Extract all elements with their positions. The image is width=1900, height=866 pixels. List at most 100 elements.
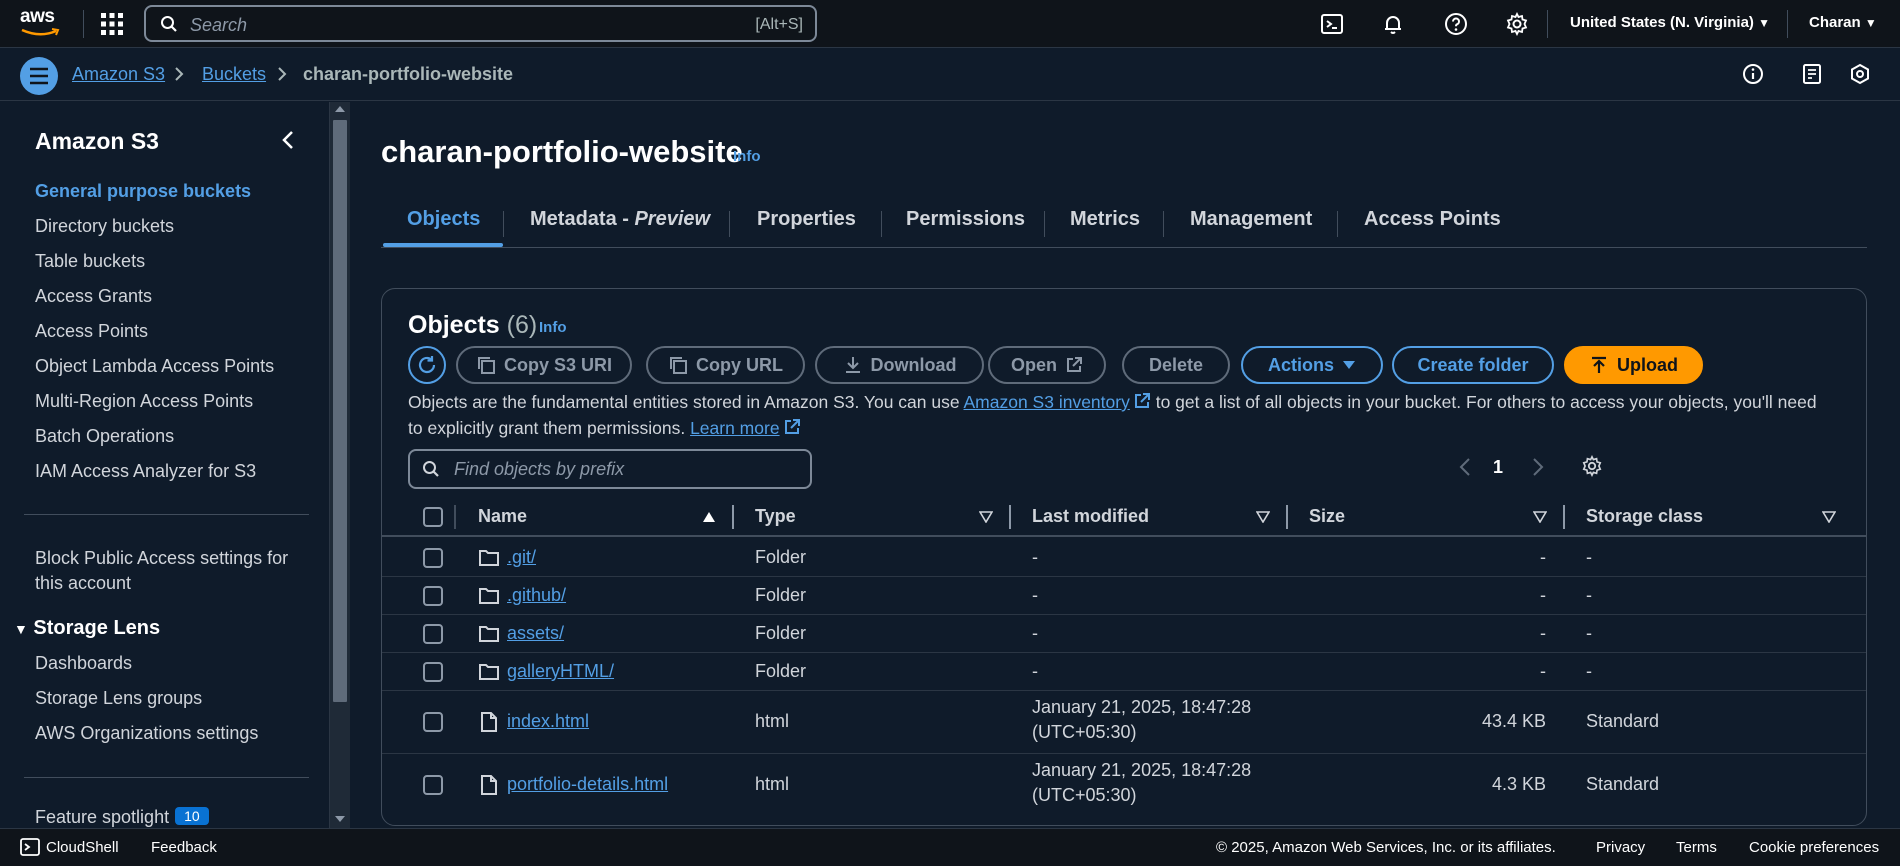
cloudshell-footer-icon[interactable] (20, 837, 40, 857)
sort-icon[interactable] (979, 511, 993, 523)
current-page-number[interactable]: 1 (1493, 457, 1503, 478)
terms-link[interactable]: Terms (1676, 839, 1717, 856)
object-name-link[interactable]: .git/ (507, 547, 536, 568)
column-header-type[interactable]: Type (755, 506, 796, 527)
page-info-link[interactable]: Info (733, 148, 761, 165)
row-checkbox[interactable] (423, 662, 443, 682)
sidebar-scrollbar[interactable] (330, 102, 350, 828)
table-row[interactable]: .github/ Folder - - - (382, 577, 1866, 615)
tab-metadata[interactable]: Metadata - Preview (530, 208, 710, 231)
column-header-last-modified[interactable]: Last modified (1032, 506, 1149, 527)
services-grid-icon[interactable] (100, 12, 124, 36)
sidebar-item-aws-organizations-settings[interactable]: AWS Organizations settings (35, 723, 258, 744)
sidebar-item-object-lambda-access-points[interactable]: Object Lambda Access Points (35, 356, 274, 377)
upload-button[interactable]: Upload (1564, 346, 1703, 384)
amazon-q-icon[interactable] (1849, 63, 1873, 87)
collapse-sidebar-icon[interactable] (282, 130, 294, 150)
settings-gear-icon[interactable] (1505, 12, 1529, 36)
storage-lens-section[interactable]: ▼ Storage Lens (14, 617, 160, 640)
create-folder-button[interactable]: Create folder (1392, 346, 1554, 384)
sidebar-item-directory-buckets[interactable]: Directory buckets (35, 216, 174, 237)
tab-metrics[interactable]: Metrics (1070, 208, 1140, 231)
refresh-button[interactable] (408, 346, 446, 384)
sort-icon[interactable] (1533, 511, 1547, 523)
table-row[interactable]: galleryHTML/ Folder - - - (382, 653, 1866, 691)
tab-access-points[interactable]: Access Points (1364, 208, 1501, 231)
sidebar-item-feature-spotlight[interactable]: Feature spotlight 10 (35, 807, 209, 828)
account-menu[interactable]: Charan ▼ (1809, 14, 1877, 31)
delete-button[interactable]: Delete (1122, 346, 1230, 384)
column-divider[interactable] (732, 505, 734, 529)
sidebar-item-storage-lens-groups[interactable]: Storage Lens groups (35, 688, 202, 709)
help-icon[interactable] (1444, 12, 1468, 36)
tab-management[interactable]: Management (1190, 208, 1312, 231)
sort-icon[interactable] (1822, 511, 1836, 523)
privacy-link[interactable]: Privacy (1596, 839, 1645, 856)
column-divider[interactable] (1286, 505, 1288, 529)
actions-dropdown-button[interactable]: Actions (1241, 346, 1383, 384)
download-button[interactable]: Download (815, 346, 984, 384)
column-header-storage-class[interactable]: Storage class (1586, 506, 1703, 527)
table-row[interactable]: index.html html January 21, 2025, 18:47:… (382, 691, 1866, 754)
sidebar-item-iam-access-analyzer[interactable]: IAM Access Analyzer for S3 (35, 461, 256, 482)
feedback-link[interactable]: Feedback (151, 839, 217, 856)
object-name-link[interactable]: index.html (507, 711, 589, 732)
sort-icon[interactable] (1256, 511, 1270, 523)
tab-properties[interactable]: Properties (757, 208, 856, 231)
object-name-link[interactable]: galleryHTML/ (507, 661, 614, 682)
sidebar-item-access-points[interactable]: Access Points (35, 321, 148, 342)
region-selector[interactable]: United States (N. Virginia) ▼ (1570, 14, 1770, 31)
notifications-bell-icon[interactable] (1381, 12, 1405, 36)
cloudshell-link[interactable]: CloudShell (46, 839, 119, 856)
sidebar-item-general-purpose-buckets[interactable]: General purpose buckets (35, 181, 251, 202)
sort-ascending-icon[interactable] (702, 511, 716, 523)
column-header-name[interactable]: Name (478, 506, 527, 527)
tab-permissions[interactable]: Permissions (906, 208, 1025, 231)
scroll-down-arrow-icon[interactable] (335, 816, 345, 822)
row-checkbox[interactable] (423, 624, 443, 644)
sidebar-item-dashboards[interactable]: Dashboards (35, 653, 132, 674)
info-panel-icon[interactable] (1742, 63, 1766, 87)
sidebar-item-block-public-access[interactable]: Block Public Access settings for this ac… (35, 546, 288, 596)
select-all-checkbox[interactable] (423, 507, 443, 527)
column-header-size[interactable]: Size (1309, 506, 1345, 527)
tab-divider (1044, 211, 1045, 237)
column-divider[interactable] (1009, 505, 1011, 529)
notes-panel-icon[interactable] (1801, 63, 1825, 87)
scrollbar-thumb[interactable] (333, 120, 347, 702)
cookie-preferences-link[interactable]: Cookie preferences (1749, 839, 1879, 856)
learn-more-link[interactable]: Learn more (690, 418, 780, 438)
breadcrumb-amazon-s3[interactable]: Amazon S3 (72, 64, 165, 85)
sidebar-item-batch-operations[interactable]: Batch Operations (35, 426, 174, 447)
table-preferences-gear-icon[interactable] (1581, 455, 1603, 477)
row-checkbox[interactable] (423, 712, 443, 732)
tab-objects[interactable]: Objects (407, 208, 480, 231)
aws-logo[interactable]: aws (20, 6, 62, 40)
sidebar-item-multi-region-access-points[interactable]: Multi-Region Access Points (35, 391, 253, 412)
object-name-link[interactable]: portfolio-details.html (507, 774, 668, 795)
global-search-input[interactable]: Search [Alt+S] (144, 5, 817, 42)
cloudshell-icon[interactable] (1320, 12, 1344, 36)
row-checkbox[interactable] (423, 548, 443, 568)
sidebar-item-access-grants[interactable]: Access Grants (35, 286, 152, 307)
copy-s3-uri-button[interactable]: Copy S3 URI (456, 346, 632, 384)
row-checkbox[interactable] (423, 775, 443, 795)
object-name-link[interactable]: assets/ (507, 623, 564, 644)
column-divider[interactable] (1563, 505, 1565, 529)
object-name-link[interactable]: .github/ (507, 585, 566, 606)
previous-page-icon[interactable] (1459, 457, 1471, 477)
navigation-menu-button[interactable] (20, 57, 58, 95)
table-row[interactable]: .git/ Folder - - - (382, 539, 1866, 577)
scroll-up-arrow-icon[interactable] (335, 106, 345, 112)
s3-inventory-link[interactable]: Amazon S3 inventory (964, 392, 1130, 412)
copy-url-button[interactable]: Copy URL (646, 346, 805, 384)
table-row[interactable]: assets/ Folder - - - (382, 615, 1866, 653)
breadcrumb-buckets[interactable]: Buckets (202, 64, 266, 85)
find-objects-input[interactable]: Find objects by prefix (408, 449, 812, 489)
table-row[interactable]: portfolio-details.html html January 21, … (382, 754, 1866, 817)
next-page-icon[interactable] (1532, 457, 1544, 477)
open-button[interactable]: Open (988, 346, 1106, 384)
sidebar-item-table-buckets[interactable]: Table buckets (35, 251, 145, 272)
objects-info-link[interactable]: Info (539, 319, 567, 336)
row-checkbox[interactable] (423, 586, 443, 606)
